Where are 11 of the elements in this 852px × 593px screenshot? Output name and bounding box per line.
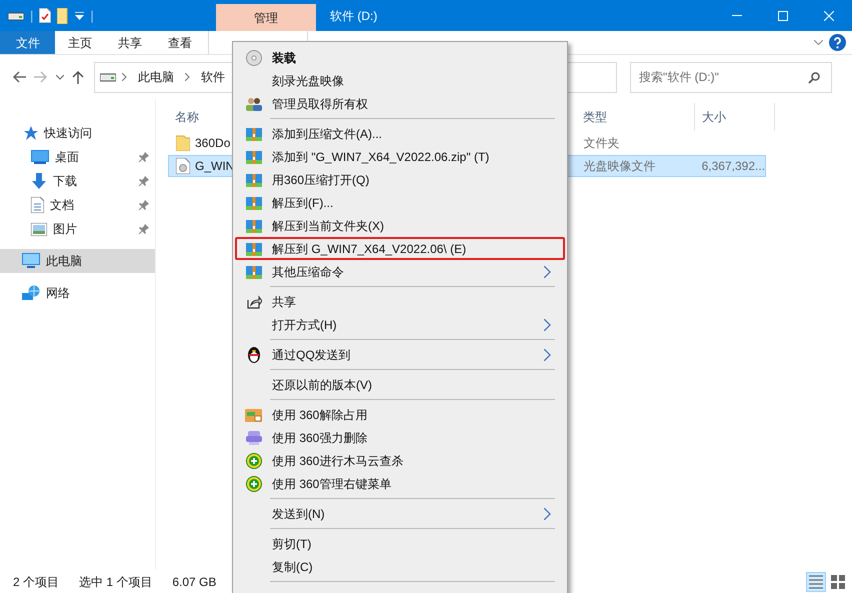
selection-count: 选中 1 个项目 <box>79 574 152 590</box>
selection-size: 6.07 GB <box>172 574 216 590</box>
toolbar-separator: | <box>90 6 94 25</box>
file-type: 光盘映像文件 <box>583 158 656 175</box>
contextual-tab-header: 管理 <box>216 4 316 31</box>
file-type: 文件夹 <box>583 135 620 152</box>
window-title: 软件 (D:) <box>329 8 378 24</box>
item-count: 2 个项目 <box>13 574 60 590</box>
toolbar-separator: | <box>30 6 34 25</box>
file-size: 6,367,392... <box>702 158 765 175</box>
file-name: 360Do <box>195 135 230 152</box>
